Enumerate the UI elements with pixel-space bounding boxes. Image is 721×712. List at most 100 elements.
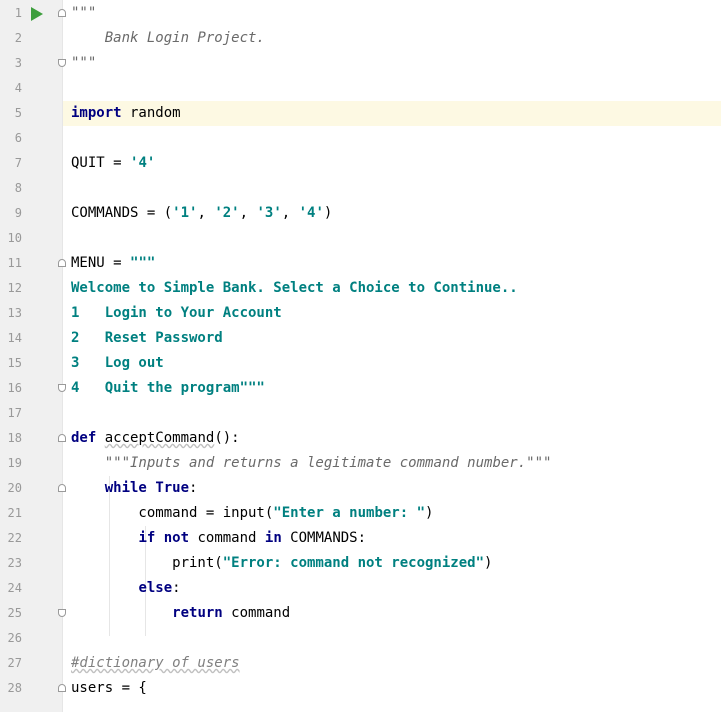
line-number: 21	[7, 506, 22, 520]
code-token: Welcome to Simple Bank. Select a Choice …	[71, 280, 518, 296]
line-number: 5	[14, 106, 22, 120]
line-number: 22	[7, 531, 22, 545]
code-token: 3 Log out	[71, 355, 164, 371]
code-line[interactable]: return command	[71, 601, 290, 626]
code-line[interactable]: Bank Login Project.	[71, 26, 265, 51]
code-token: '4'	[130, 155, 156, 171]
code-token: COMMANDS:	[281, 530, 367, 546]
code-token: """	[130, 255, 156, 271]
code-line[interactable]: """Inputs and returns a legitimate comma…	[71, 451, 552, 476]
line-number: 19	[7, 456, 22, 470]
code-line[interactable]: COMMANDS = ('1', '2', '3', '4')	[71, 201, 332, 226]
fold-collapse-icon[interactable]	[58, 434, 66, 442]
code-line[interactable]: import random	[71, 101, 181, 126]
line-number: 28	[7, 681, 22, 695]
fold-expand-icon[interactable]	[58, 609, 66, 617]
line-number: 11	[7, 256, 22, 270]
code-token: ():	[214, 430, 240, 446]
line-number: 25	[7, 606, 22, 620]
code-token: MENU =	[71, 255, 131, 271]
line-number: 9	[14, 206, 22, 220]
code-token: 1 Login to Your Account	[71, 305, 282, 321]
fold-collapse-icon[interactable]	[58, 484, 66, 492]
code-token: not	[163, 530, 190, 546]
code-line[interactable]: 1 Login to Your Account	[71, 301, 282, 326]
code-line[interactable]: #dictionary of users	[71, 651, 240, 676]
code-token: QUIT =	[71, 155, 131, 171]
code-line[interactable]: """	[71, 1, 96, 26]
line-number: 20	[7, 481, 22, 495]
code-token: :	[172, 580, 181, 596]
code-token: #dictionary of users	[71, 655, 240, 671]
code-line[interactable]: while True:	[71, 476, 198, 501]
code-token: command = input(	[71, 505, 274, 521]
line-number: 4	[14, 81, 22, 95]
code-token: import	[71, 105, 122, 121]
line-number: 12	[7, 281, 22, 295]
code-token: if	[138, 530, 156, 546]
fold-expand-icon[interactable]	[58, 59, 66, 67]
code-line[interactable]: 3 Log out	[71, 351, 164, 376]
code-line[interactable]: def acceptCommand():	[71, 426, 240, 451]
code-token: )	[323, 205, 333, 221]
line-number: 14	[7, 331, 22, 345]
code-line[interactable]: else:	[71, 576, 181, 601]
code-token: :	[189, 480, 198, 496]
code-token: '1'	[172, 205, 198, 221]
code-token: users = {	[71, 680, 147, 696]
code-line[interactable]: QUIT = '4'	[71, 151, 155, 176]
code-line[interactable]: command = input("Enter a number: ")	[71, 501, 433, 526]
line-number: 2	[14, 31, 22, 45]
line-number: 18	[7, 431, 22, 445]
fold-collapse-icon[interactable]	[58, 684, 66, 692]
code-token: 2 Reset Password	[71, 330, 223, 346]
line-number: 17	[7, 406, 22, 420]
code-line[interactable]: if not command in COMMANDS:	[71, 526, 366, 551]
line-number: 16	[7, 381, 22, 395]
code-token: ,	[197, 205, 215, 221]
line-number: 13	[7, 306, 22, 320]
code-token: Bank Login Project.	[71, 30, 265, 46]
code-line[interactable]: Welcome to Simple Bank. Select a Choice …	[71, 276, 518, 301]
code-token: 4 Quit the program"""	[71, 380, 265, 396]
code-line[interactable]: 4 Quit the program"""	[71, 376, 265, 401]
code-token: while	[104, 480, 147, 496]
code-line[interactable]: print("Error: command not recognized")	[71, 551, 492, 576]
line-number: 15	[7, 356, 22, 370]
code-line[interactable]: MENU = """	[71, 251, 155, 276]
code-token: True	[155, 480, 190, 496]
fold-collapse-icon[interactable]	[58, 259, 66, 267]
run-icon[interactable]	[31, 7, 43, 21]
code-token: "Enter a number: "	[273, 505, 426, 521]
code-token: acceptCommand	[104, 430, 215, 446]
code-token: else	[138, 580, 173, 596]
code-token: '3'	[256, 205, 282, 221]
code-line[interactable]: 2 Reset Password	[71, 326, 223, 351]
code-token: def	[71, 430, 97, 446]
code-token: )	[425, 505, 434, 521]
code-token: '4'	[298, 205, 324, 221]
line-number: 6	[14, 131, 22, 145]
code-token: COMMANDS = (	[71, 205, 173, 221]
code-token: random	[121, 105, 181, 121]
code-line[interactable]: users = {	[71, 676, 147, 701]
code-token: "Error: command not recognized"	[222, 555, 485, 571]
code-token: """	[71, 5, 97, 21]
code-token: command	[189, 530, 265, 546]
line-number: 27	[7, 656, 22, 670]
line-number: 3	[14, 56, 22, 70]
code-token: """Inputs and returns a legitimate comma…	[104, 455, 552, 471]
code-token: print(	[71, 555, 223, 571]
code-line[interactable]: """	[71, 51, 96, 76]
fold-expand-icon[interactable]	[58, 384, 66, 392]
code-token: in	[264, 530, 282, 546]
line-number: 7	[14, 156, 22, 170]
fold-collapse-icon[interactable]	[58, 9, 66, 17]
line-number: 8	[14, 181, 22, 195]
line-number: 10	[7, 231, 22, 245]
